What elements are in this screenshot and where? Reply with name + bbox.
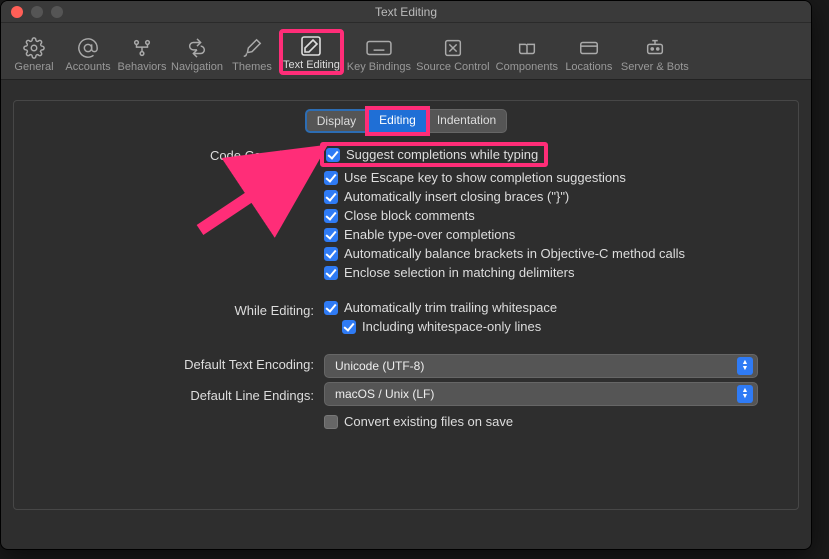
checkbox-convert-on-save[interactable]	[324, 415, 338, 429]
checkbox-trim-whitespace[interactable]	[324, 301, 338, 315]
locations-icon	[575, 35, 603, 61]
opt-label: Enable type-over completions	[344, 227, 515, 242]
components-icon	[513, 35, 541, 61]
source-control-icon	[439, 35, 467, 61]
label-code-completion: Code Completion:	[14, 145, 314, 163]
tab-label: Navigation	[171, 61, 223, 73]
opt-whitespace-only-lines[interactable]: Including whitespace-only lines	[324, 319, 758, 334]
subtab-segmented: Display Editing Indentation	[305, 109, 507, 133]
at-icon	[74, 35, 102, 61]
chevron-updown-icon: ▲▼	[737, 357, 753, 375]
opt-closing-braces[interactable]: Automatically insert closing braces ("}"…	[324, 189, 758, 204]
tab-label: Themes	[232, 61, 272, 73]
tab-behaviors[interactable]: Behaviors	[115, 33, 169, 75]
tab-label: Components	[496, 61, 558, 73]
tab-label: General	[14, 61, 53, 73]
edit-icon	[297, 33, 325, 59]
toolbar: General Accounts Behaviors Navigation Th…	[1, 23, 811, 80]
tab-label: Key Bindings	[347, 61, 411, 73]
navigation-icon	[183, 35, 211, 61]
tab-locations[interactable]: Locations	[562, 33, 616, 75]
tab-server-bots[interactable]: Server & Bots	[616, 33, 694, 75]
tab-key-bindings[interactable]: Key Bindings	[344, 33, 414, 75]
endings-field: macOS / Unix (LF) ▲▼ Convert existing fi…	[324, 382, 758, 429]
tab-label: Text Editing	[283, 59, 340, 71]
opt-label: Suggest completions while typing	[346, 147, 538, 162]
opt-suggest-completions[interactable]: Suggest completions while typing	[320, 142, 548, 167]
tab-label: Accounts	[65, 61, 110, 73]
subtab-indentation[interactable]: Indentation	[427, 109, 507, 133]
checkbox-escape-key[interactable]	[324, 171, 338, 185]
label-while-editing: While Editing:	[14, 300, 314, 318]
tab-accounts[interactable]: Accounts	[61, 33, 115, 75]
tab-themes[interactable]: Themes	[225, 33, 279, 75]
titlebar[interactable]: Text Editing	[1, 1, 811, 23]
opt-balance-brackets[interactable]: Automatically balance brackets in Object…	[324, 246, 758, 261]
checkbox-type-over[interactable]	[324, 228, 338, 242]
checkbox-balance-brackets[interactable]	[324, 247, 338, 261]
checkbox-whitespace-only-lines[interactable]	[342, 320, 356, 334]
label-endings: Default Line Endings:	[14, 382, 314, 403]
opt-label: Use Escape key to show completion sugges…	[344, 170, 626, 185]
opt-convert-on-save[interactable]: Convert existing files on save	[324, 414, 758, 429]
opt-label: Close block comments	[344, 208, 475, 223]
window-title: Text Editing	[1, 5, 811, 19]
tab-label: Locations	[565, 61, 612, 73]
opt-close-block-comments[interactable]: Close block comments	[324, 208, 758, 223]
preferences-window: Text Editing General Accounts Behaviors …	[0, 0, 812, 550]
checkbox-close-block-comments[interactable]	[324, 209, 338, 223]
brush-icon	[238, 35, 266, 61]
checkbox-enclose-selection[interactable]	[324, 266, 338, 280]
opt-label: Enclose selection in matching delimiters	[344, 265, 575, 280]
tab-text-editing[interactable]: Text Editing	[279, 29, 344, 75]
subtab-row: Display Editing Indentation	[14, 101, 798, 145]
checkbox-closing-braces[interactable]	[324, 190, 338, 204]
tab-label: Source Control	[416, 61, 489, 73]
label-encoding: Default Text Encoding:	[14, 354, 314, 372]
content: Display Editing Indentation Code Complet…	[1, 80, 811, 522]
while-editing-options: Automatically trim trailing whitespace I…	[324, 300, 758, 334]
encoding-field: Unicode (UTF-8) ▲▼	[324, 354, 758, 378]
checkbox-suggest-completions[interactable]	[326, 148, 340, 162]
popup-endings[interactable]: macOS / Unix (LF) ▲▼	[324, 382, 758, 406]
opt-label: Including whitespace-only lines	[362, 319, 541, 334]
opt-label: Automatically balance brackets in Object…	[344, 246, 685, 261]
traffic-lights	[1, 6, 63, 18]
flow-icon	[128, 35, 156, 61]
opt-type-over[interactable]: Enable type-over completions	[324, 227, 758, 242]
opt-label: Convert existing files on save	[344, 414, 513, 429]
minimize-window-button[interactable]	[31, 6, 43, 18]
opt-label: Automatically trim trailing whitespace	[344, 300, 557, 315]
opt-escape-key[interactable]: Use Escape key to show completion sugges…	[324, 170, 758, 185]
tab-label: Server & Bots	[621, 61, 689, 73]
tab-label: Behaviors	[118, 61, 167, 73]
keyboard-icon	[365, 35, 393, 61]
zoom-window-button[interactable]	[51, 6, 63, 18]
settings-panel: Display Editing Indentation Code Complet…	[13, 100, 799, 510]
gear-icon	[20, 35, 48, 61]
opt-enclose-selection[interactable]: Enclose selection in matching delimiters	[324, 265, 758, 280]
popup-value: macOS / Unix (LF)	[335, 387, 434, 401]
opt-label: Automatically insert closing braces ("}"…	[344, 189, 569, 204]
close-window-button[interactable]	[11, 6, 23, 18]
subtab-editing[interactable]: Editing	[368, 109, 427, 133]
tab-general[interactable]: General	[7, 33, 61, 75]
tab-components[interactable]: Components	[492, 33, 562, 75]
chevron-updown-icon: ▲▼	[737, 385, 753, 403]
popup-value: Unicode (UTF-8)	[335, 359, 424, 373]
code-completion-options: Suggest completions while typing Use Esc…	[324, 145, 758, 280]
bot-icon	[641, 35, 669, 61]
tab-navigation[interactable]: Navigation	[169, 33, 225, 75]
form-grid: Code Completion: Suggest completions whi…	[14, 145, 798, 429]
opt-trim-whitespace[interactable]: Automatically trim trailing whitespace	[324, 300, 758, 315]
subtab-display[interactable]: Display	[305, 109, 368, 133]
tab-source-control[interactable]: Source Control	[414, 33, 492, 75]
popup-encoding[interactable]: Unicode (UTF-8) ▲▼	[324, 354, 758, 378]
